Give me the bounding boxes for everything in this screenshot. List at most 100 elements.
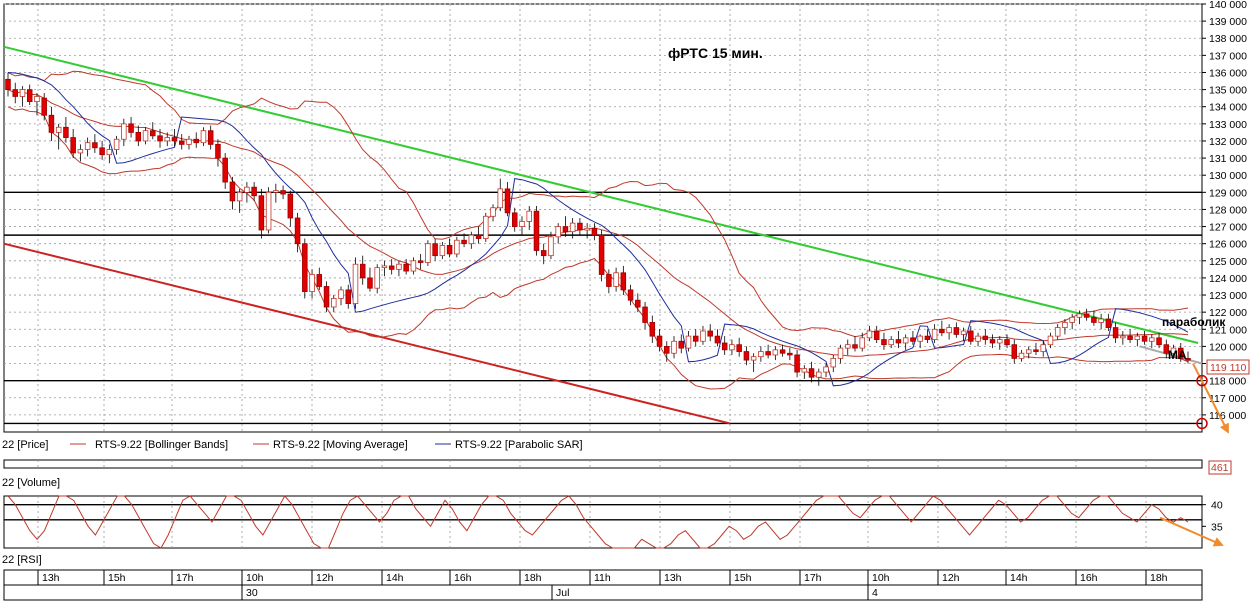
- candle: [258, 188, 265, 239]
- candle-body-bearish: [606, 274, 612, 287]
- last-price-label: 119 110: [1210, 362, 1247, 374]
- candle-body-bullish: [396, 263, 402, 270]
- candle-body-bullish: [338, 289, 344, 299]
- candle-body-bearish: [41, 97, 47, 116]
- candle-body-bullish: [555, 226, 561, 238]
- candle-body-bearish: [540, 250, 547, 257]
- candle-body-bullish: [866, 330, 873, 339]
- candle-body-bearish: [461, 239, 467, 245]
- candle-body-bullish: [309, 274, 315, 293]
- candle-body-bearish: [157, 135, 163, 142]
- candle: [845, 339, 851, 355]
- candle-body-bearish: [989, 339, 996, 344]
- candle-body-bearish: [765, 351, 771, 356]
- candle-body-bearish: [533, 210, 540, 251]
- candle: [939, 320, 945, 337]
- candle-body-bearish: [150, 130, 156, 137]
- time-tick-label: 18h: [524, 572, 542, 584]
- candle-body-bearish: [1091, 316, 1097, 323]
- candle-body-bullish: [410, 260, 417, 272]
- time-tick-label: 12h: [942, 572, 960, 584]
- candle: [968, 325, 974, 345]
- price-tick-label: 132 000: [1209, 136, 1247, 148]
- candle-body-bullish: [823, 366, 829, 373]
- candle-body-bullish: [801, 368, 808, 373]
- candle: [229, 176, 236, 210]
- candle: [635, 293, 641, 313]
- candle: [852, 336, 858, 352]
- candle-body-bearish: [280, 190, 286, 195]
- candle-body-bearish: [294, 217, 301, 245]
- price-tick-label: 137 000: [1209, 50, 1247, 62]
- annotation-ma: MA: [1168, 348, 1187, 362]
- candle: [953, 322, 960, 338]
- candle: [982, 329, 989, 345]
- candle-body-bullish: [837, 347, 844, 359]
- candle: [946, 324, 952, 340]
- candle-body-bearish: [70, 137, 76, 154]
- candle-body-bearish: [968, 330, 974, 342]
- candle: [794, 349, 800, 378]
- candle: [483, 212, 489, 242]
- candle-body-bearish: [1156, 337, 1162, 346]
- price-tick-label: 123 000: [1209, 290, 1247, 302]
- volume-pane-label: 22 [Volume]: [2, 477, 60, 489]
- candle-body-bearish: [215, 143, 221, 159]
- candle: [475, 226, 482, 244]
- candle-body-bearish: [12, 89, 18, 97]
- candle-body-bearish: [511, 212, 518, 227]
- candle-body-bullish: [1098, 318, 1104, 323]
- candle: [367, 267, 373, 292]
- candle-body-bullish: [454, 239, 460, 255]
- candle: [837, 344, 844, 364]
- rsi-line: [7, 495, 1189, 549]
- candle: [207, 125, 214, 150]
- candle: [352, 257, 359, 309]
- candle-body-bearish: [787, 352, 793, 356]
- price-tick-label: 130 000: [1209, 170, 1247, 182]
- candle-body-bearish: [403, 263, 409, 272]
- candle: [975, 332, 981, 347]
- candle: [678, 334, 685, 354]
- candle: [432, 238, 438, 261]
- candle-body-bearish: [178, 140, 185, 145]
- candle-body-bullish: [1018, 352, 1025, 359]
- candle: [121, 118, 127, 147]
- candle-body-bullish: [613, 272, 619, 287]
- candle: [186, 135, 192, 150]
- price-tick-label: 117 000: [1209, 393, 1246, 405]
- candle: [598, 229, 605, 282]
- candle: [772, 346, 779, 361]
- candle: [1040, 341, 1046, 357]
- rsi-pane-label: 22 [RSI]: [2, 554, 42, 566]
- candle-body-bearish: [229, 181, 236, 202]
- price-tick-label: 128 000: [1209, 204, 1247, 216]
- candle-body-bullish: [960, 330, 967, 335]
- candle: [613, 267, 619, 292]
- candle-body-bearish: [446, 244, 453, 255]
- candle-body-bearish: [302, 243, 308, 293]
- candle: [99, 140, 105, 160]
- candle: [468, 231, 475, 249]
- candle-body-bearish: [388, 265, 395, 270]
- candle: [931, 324, 938, 343]
- green-trendline: [3, 45, 1199, 344]
- price-tick-label: 125 000: [1209, 256, 1247, 268]
- candle: [388, 259, 395, 275]
- candle-body-bullish: [186, 138, 192, 145]
- candle-body-bullish: [845, 344, 851, 349]
- candle: [150, 122, 156, 140]
- candle: [439, 241, 446, 260]
- candle: [750, 353, 757, 373]
- candle: [866, 325, 873, 342]
- candle-body-bearish: [577, 222, 583, 231]
- time-tick-label: 10h: [246, 572, 264, 584]
- candle-body-bullish: [750, 356, 757, 361]
- candle-body-bearish: [1105, 318, 1112, 328]
- candle: [664, 341, 670, 362]
- time-tick-label: 16h: [1080, 572, 1098, 584]
- candle-body-bearish: [852, 344, 858, 349]
- candle-body-bullish: [584, 227, 590, 231]
- candle: [265, 187, 272, 234]
- time-tick-label: 15h: [734, 572, 752, 584]
